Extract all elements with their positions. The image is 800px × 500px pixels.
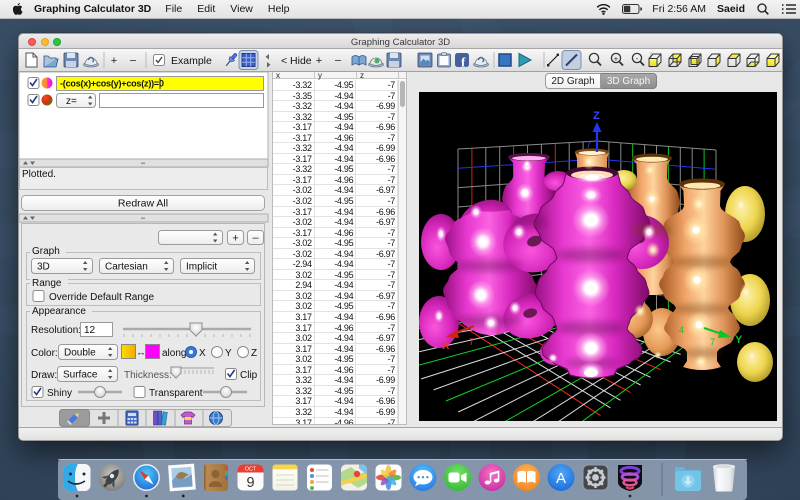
- svg-text:4: 4: [679, 325, 684, 335]
- svg-text:X: X: [199, 348, 206, 359]
- svg-text:3D: 3D: [37, 262, 50, 273]
- svg-text:Shiny: Shiny: [47, 388, 72, 399]
- svg-text:Z: Z: [593, 110, 600, 122]
- svg-text:Y: Y: [735, 334, 743, 346]
- svg-text:Appearance: Appearance: [32, 306, 86, 317]
- svg-text:+: +: [232, 233, 238, 245]
- svg-text:↔: ↔: [136, 348, 146, 359]
- svg-text:along: along: [162, 348, 186, 359]
- svg-text:7: 7: [586, 140, 591, 150]
- svg-text:Implicit: Implicit: [186, 262, 217, 273]
- svg-text:12: 12: [84, 325, 96, 336]
- svg-text:Z: Z: [251, 348, 257, 359]
- svg-text:Y: Y: [225, 348, 232, 359]
- svg-text:f: f: [461, 55, 466, 70]
- svg-text:X: X: [442, 340, 450, 352]
- svg-text:+: +: [614, 54, 619, 63]
- svg-text:OCT: OCT: [245, 467, 257, 473]
- svg-text:Cartesian: Cartesian: [105, 262, 148, 273]
- svg-text:Resolution:: Resolution:: [31, 325, 81, 336]
- svg-text:Double: Double: [64, 348, 96, 359]
- svg-text:z=: z=: [66, 96, 77, 107]
- svg-text:-(cos(x)+cos(y)+cos(z))=0: -(cos(x)+cos(y)+cos(z))=0: [60, 79, 164, 89]
- svg-text:–: –: [335, 55, 342, 67]
- svg-text:Clip: Clip: [240, 370, 258, 381]
- svg-text:Color:: Color:: [31, 348, 58, 359]
- svg-text:–: –: [252, 232, 259, 244]
- svg-text:Range: Range: [32, 278, 62, 289]
- svg-text:Plotted.: Plotted.: [22, 169, 56, 180]
- svg-text:Surface: Surface: [63, 370, 98, 381]
- svg-text:Transparent: Transparent: [149, 388, 203, 399]
- svg-text:Redraw All: Redraw All: [118, 198, 168, 210]
- svg-text:< Hide: < Hide: [281, 55, 312, 67]
- svg-text:A: A: [556, 470, 566, 487]
- svg-text:9: 9: [246, 475, 254, 491]
- svg-text:Example: Example: [171, 55, 212, 67]
- svg-text:Draw:: Draw:: [31, 370, 57, 381]
- svg-text:Thickness:: Thickness:: [124, 370, 172, 381]
- svg-text:–: –: [130, 55, 137, 67]
- svg-text:+: +: [111, 55, 117, 67]
- svg-text:Graph: Graph: [32, 246, 60, 257]
- svg-text:+: +: [316, 55, 322, 67]
- svg-text:-: -: [636, 54, 639, 63]
- svg-text:Override Default Range: Override Default Range: [49, 292, 154, 303]
- svg-text:7: 7: [710, 337, 715, 347]
- svg-text:4: 4: [496, 327, 501, 337]
- svg-text:7: 7: [469, 337, 474, 347]
